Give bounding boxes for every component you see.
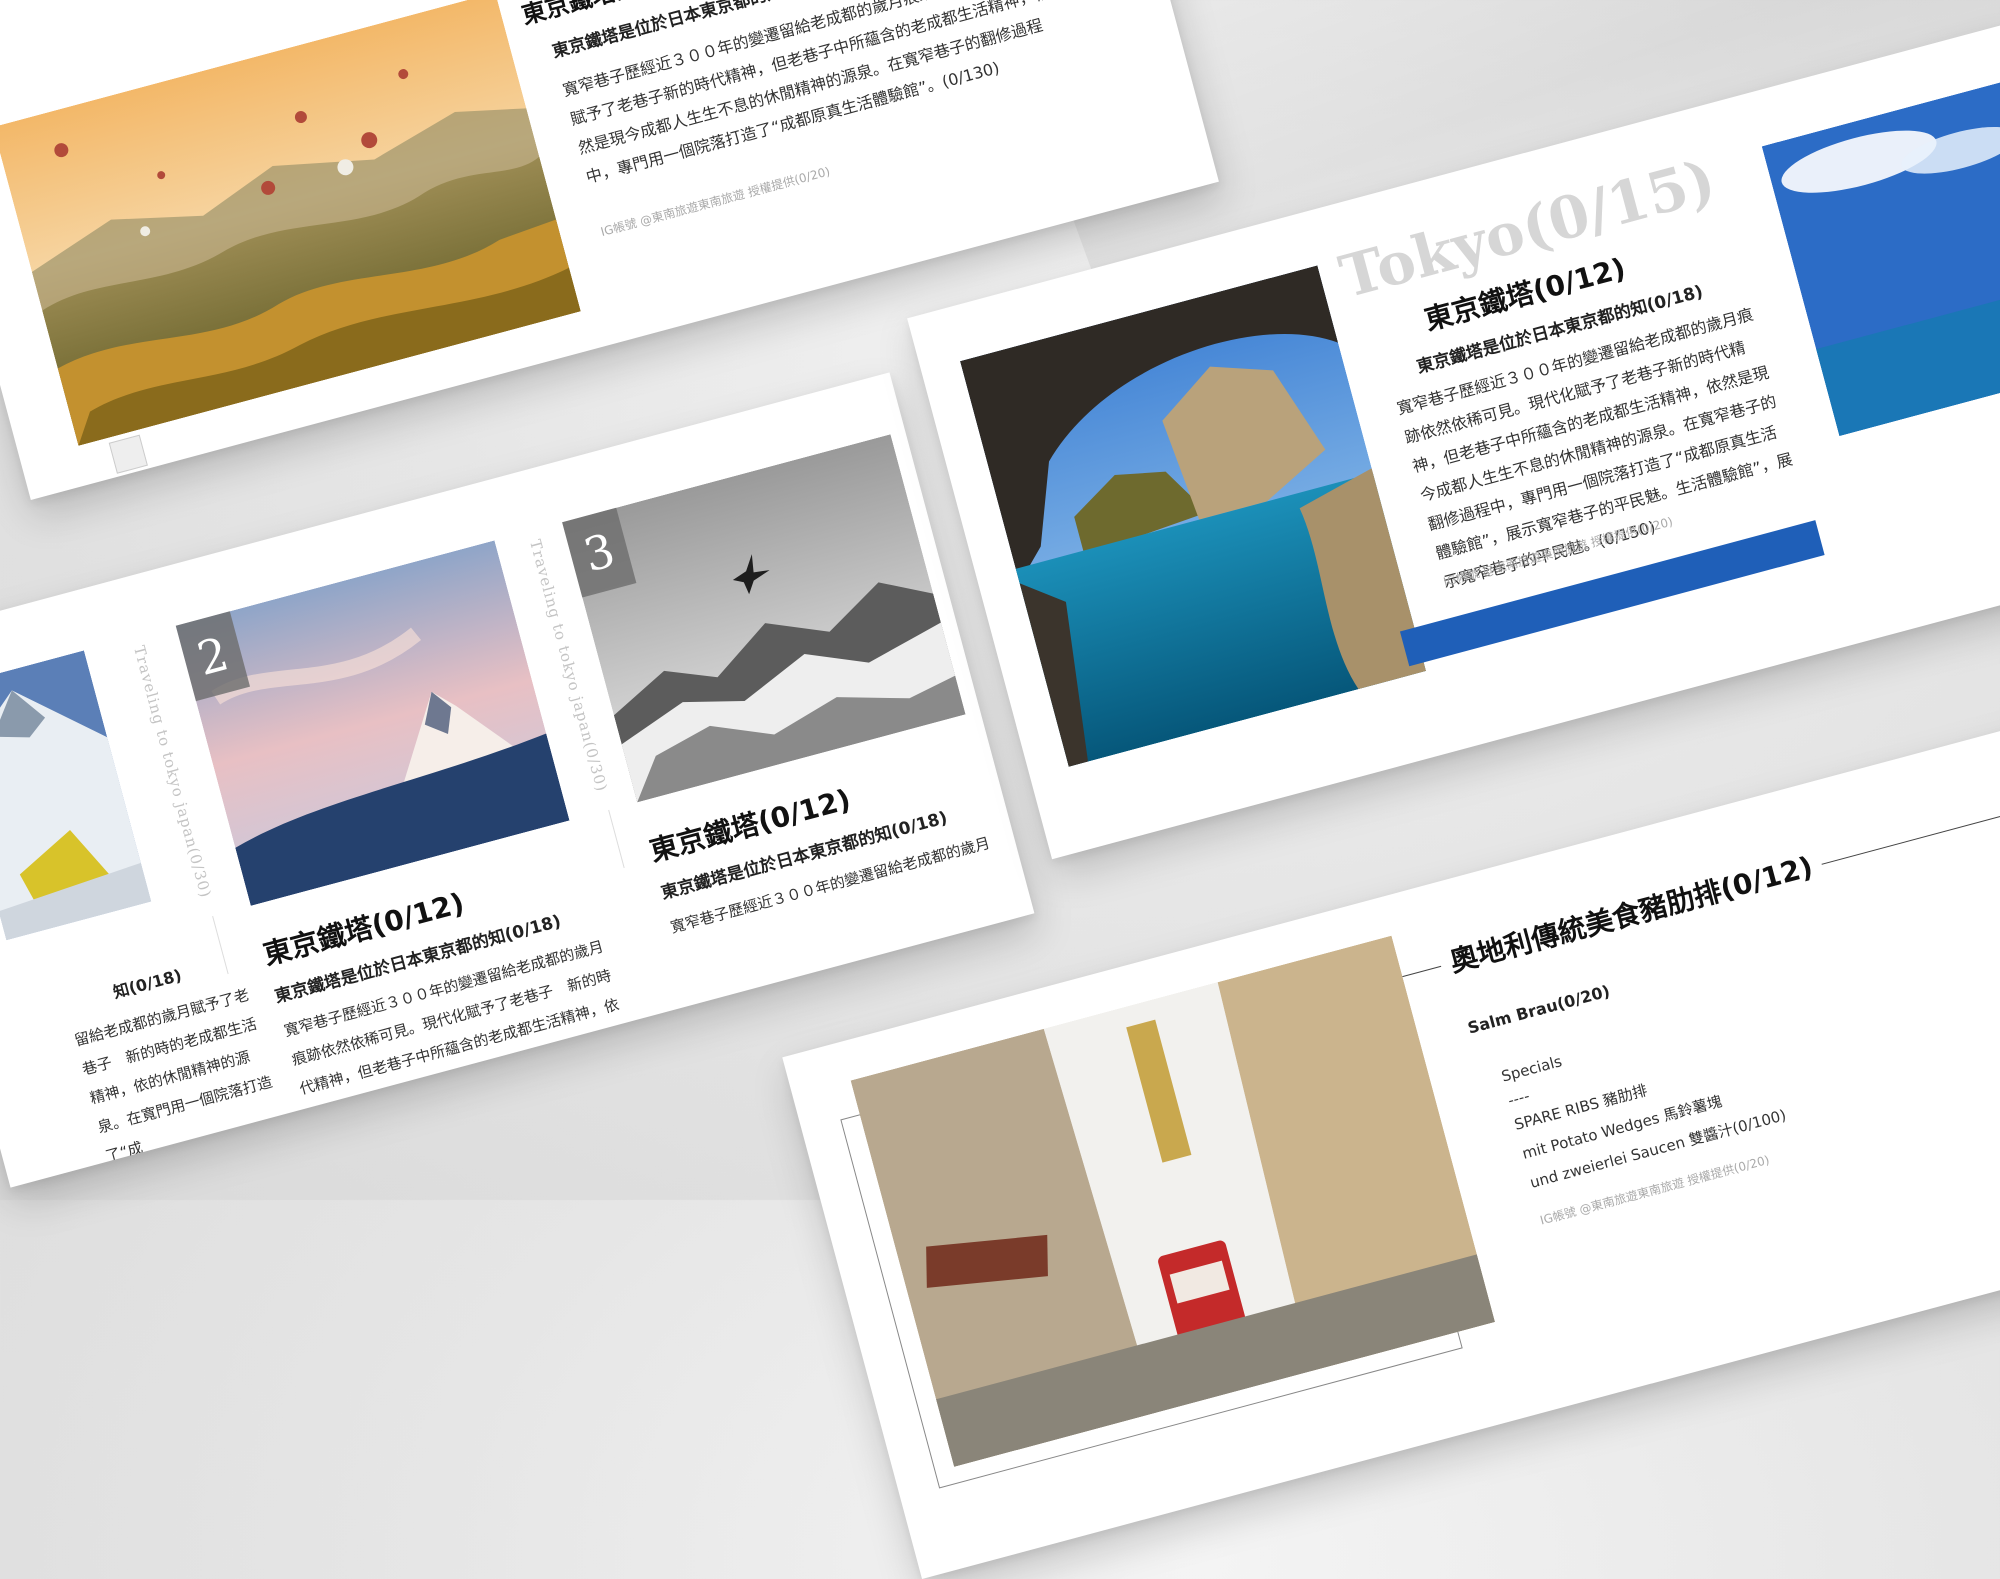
panel3-divider	[608, 809, 625, 869]
panel1-body: 留給老成都的歲月賦予了老巷子 新的時的老成都生活精神，依的休閒精神的源泉。在寬門…	[72, 985, 275, 1166]
sky-sea-photo	[1761, 79, 2000, 437]
misty-mountain-bird-photo	[562, 434, 966, 803]
istanbul-street-tram-photo	[850, 935, 1496, 1467]
top-card-thumbnail-frame	[108, 434, 148, 474]
snow-peak-photo	[175, 540, 570, 906]
bottom-card-title: 奧地利傳統美食豬肋排(0/12)	[1435, 842, 1827, 984]
restaurant-name: Salm Brau(0/20)	[1465, 981, 1612, 1038]
cappadocia-balloons-photo	[0, 0, 581, 446]
mountain-tent-photo	[0, 650, 152, 941]
sea-cave-cliff-photo	[959, 265, 1427, 767]
